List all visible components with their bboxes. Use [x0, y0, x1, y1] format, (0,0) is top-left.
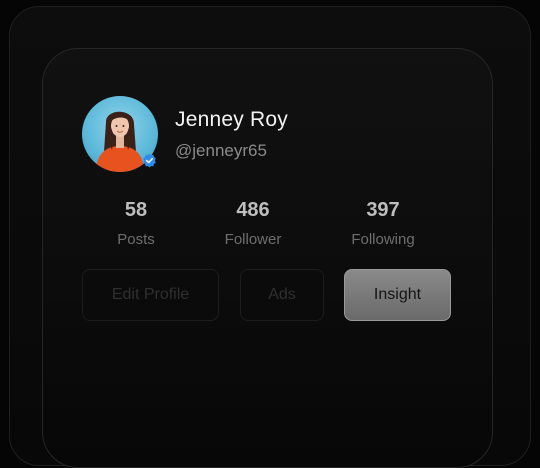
edit-profile-button[interactable]: Edit Profile — [82, 269, 219, 321]
stat-posts-value: 58 — [124, 199, 148, 221]
stat-following-label: Following — [351, 231, 415, 248]
stat-follower-value: 486 — [236, 199, 270, 221]
stat-follower[interactable]: 486 Follower — [198, 199, 308, 248]
stat-posts-label: Posts — [117, 231, 155, 248]
insight-button[interactable]: Insight — [344, 269, 451, 321]
stat-following[interactable]: 397 Following — [328, 199, 438, 248]
profile-name: Jenney Roy — [175, 108, 288, 131]
profile-handle: @jenneyr65 — [175, 141, 267, 160]
stat-follower-label: Follower — [224, 231, 282, 248]
ads-button[interactable]: Ads — [240, 269, 324, 321]
stat-following-value: 397 — [366, 199, 400, 221]
verified-badge-icon — [143, 153, 156, 168]
stat-posts[interactable]: 58 Posts — [81, 199, 191, 248]
